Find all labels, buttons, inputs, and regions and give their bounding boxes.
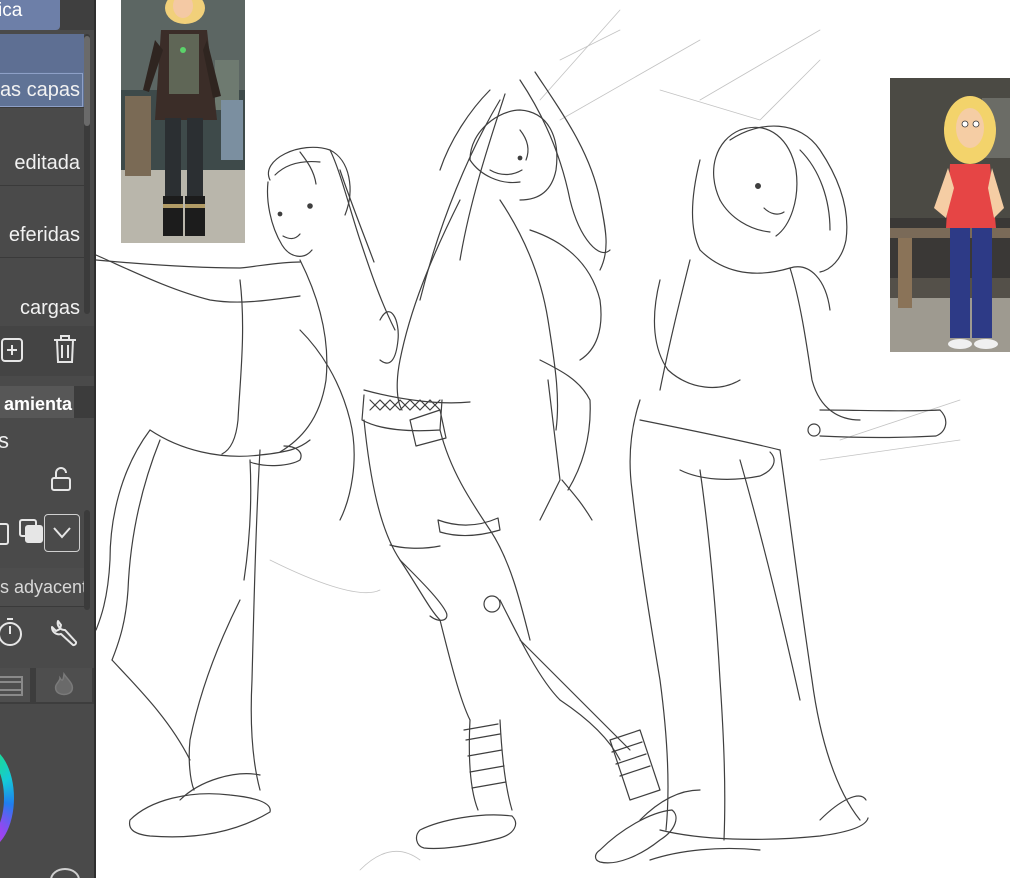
layer-list-item-downloads[interactable]: cargas	[0, 285, 84, 331]
layer-mode-dropdown[interactable]	[44, 514, 80, 552]
tool-property-title: amienta	[3, 394, 72, 414]
tool-property-scrollbar[interactable]	[84, 510, 90, 610]
tool-property-header-spacer	[74, 386, 94, 418]
tool-property-label: s	[0, 428, 9, 453]
chevron-down-icon	[51, 521, 73, 548]
layer-list-item-blank[interactable]	[0, 34, 84, 74]
flame-icon	[50, 671, 78, 703]
panel-tab-spacer	[60, 0, 94, 30]
copy-layer-icon[interactable]	[0, 518, 12, 553]
layer-list-item-all-layers[interactable]: as capas	[0, 72, 84, 108]
layer-list-label: as capas	[0, 79, 80, 101]
layer-list-item-preferred[interactable]: eferidas	[0, 212, 84, 258]
layer-list-label: editada	[14, 152, 80, 174]
color-indicator[interactable]	[50, 868, 80, 878]
refer-adjacent-label: s adyacente	[0, 577, 84, 597]
merge-layers-icon[interactable]	[18, 516, 44, 551]
layer-actions-row	[0, 326, 94, 376]
layer-panel: ica as capas editada eferidas cargas ami…	[0, 0, 94, 878]
wrench-icon[interactable]	[50, 618, 80, 653]
panel-tab[interactable]: ica	[0, 0, 60, 30]
refer-adjacent-field[interactable]: s adyacente	[0, 568, 84, 607]
drawing-canvas[interactable]	[96, 0, 1010, 878]
layer-list-label: eferidas	[8, 224, 80, 246]
timer-icon[interactable]	[0, 616, 26, 653]
new-layer-icon[interactable]	[0, 336, 26, 369]
film-icon	[0, 674, 24, 703]
reference-image-1[interactable]	[121, 0, 245, 243]
film-tab[interactable]	[0, 668, 30, 702]
tool-property-header[interactable]: amienta	[0, 386, 74, 418]
reference-image-1-art	[121, 0, 245, 243]
bottom-panel-tabs	[0, 668, 94, 704]
reference-image-2-art	[890, 78, 1010, 352]
reference-image-2[interactable]	[890, 78, 1010, 352]
color-wheel[interactable]	[0, 746, 14, 850]
unlock-icon[interactable]	[48, 466, 74, 497]
layer-list-label: cargas	[19, 297, 80, 319]
layer-list-item-edited[interactable]: editada	[0, 140, 84, 186]
layer-list-scroll-thumb[interactable]	[84, 36, 90, 126]
effects-tab[interactable]	[36, 668, 92, 702]
trash-icon[interactable]	[52, 334, 78, 369]
